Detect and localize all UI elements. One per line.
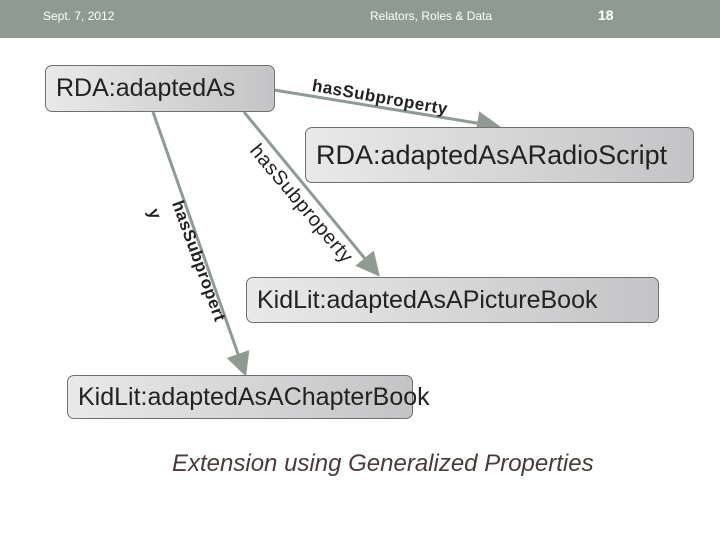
node-picture-book: KidLit:adaptedAsAPictureBook bbox=[246, 277, 659, 323]
slide-caption: Extension using Generalized Properties bbox=[172, 450, 594, 477]
node-radio-script: RDA:adaptedAsARadioScript bbox=[305, 127, 694, 183]
node-root: RDA:adaptedAs bbox=[45, 65, 275, 112]
node-chapter-book: KidLit:adaptedAsAChapterBook bbox=[67, 375, 430, 419]
